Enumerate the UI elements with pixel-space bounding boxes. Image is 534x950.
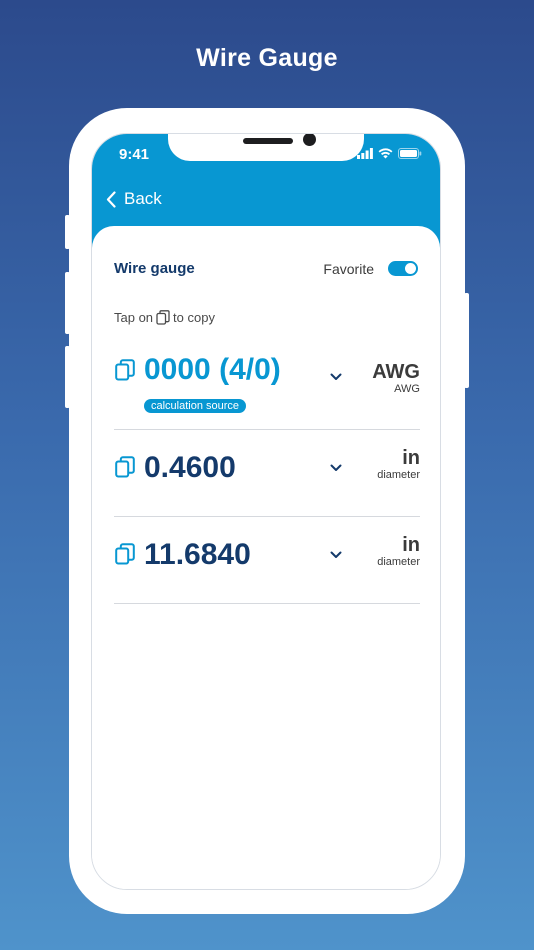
page-title: Wire Gauge [196, 44, 338, 72]
unit-sublabel: AWG [394, 383, 420, 395]
diameter-value[interactable]: 11.6840 [144, 538, 251, 572]
speaker [243, 138, 293, 144]
phone-screen: 9:41 Back Wire gauge Favorite Tap on to … [91, 133, 441, 890]
copy-icon[interactable] [115, 543, 135, 565]
hint-text-before: Tap on [114, 310, 154, 325]
favorite-label: Favorite [323, 260, 374, 277]
wire-gauge-card: Wire gauge Favorite Tap on to copy 0000 … [92, 226, 440, 889]
chevron-down-icon[interactable] [330, 551, 342, 559]
battery-icon [398, 148, 422, 159]
signal-icon [357, 148, 373, 159]
card-title: Wire gauge [114, 260, 195, 277]
favorite-toggle[interactable] [388, 261, 418, 276]
gauge-row: 0000 (4/0) calculation source AWG AWG [114, 343, 420, 430]
chevron-left-icon [106, 190, 116, 208]
status-icons [357, 148, 422, 159]
copy-icon[interactable] [115, 359, 135, 381]
diameter-row: 11.6840 in diameter [114, 517, 420, 604]
hint-text-after: to copy [173, 310, 215, 325]
unit-selector[interactable]: in diameter [377, 534, 420, 568]
unit-label: in [402, 534, 420, 556]
copy-hint: Tap on to copy [114, 310, 215, 325]
unit-label: in [402, 447, 420, 469]
camera [303, 134, 316, 146]
gauge-value[interactable]: 0000 (4/0) [144, 353, 281, 387]
unit-sublabel: diameter [377, 469, 420, 481]
copy-icon[interactable] [115, 456, 135, 478]
copy-icon [156, 310, 170, 325]
status-time: 9:41 [119, 146, 150, 163]
phone-frame: 9:41 Back Wire gauge Favorite Tap on to … [69, 108, 465, 914]
chevron-down-icon[interactable] [330, 464, 342, 472]
favorite-control: Favorite [323, 261, 418, 277]
unit-sublabel: diameter [377, 556, 420, 568]
back-button[interactable]: Back [106, 189, 162, 209]
card-header: Wire gauge Favorite [114, 260, 418, 277]
unit-label: AWG [372, 361, 420, 383]
diameter-value[interactable]: 0.4600 [144, 451, 236, 485]
chevron-down-icon[interactable] [330, 373, 342, 381]
notch [168, 134, 364, 161]
diameter-row: 0.4600 in diameter [114, 430, 420, 517]
calculation-source-badge: calculation source [144, 399, 247, 413]
wifi-icon [378, 148, 393, 159]
unit-selector[interactable]: AWG AWG [372, 361, 420, 395]
unit-selector[interactable]: in diameter [377, 447, 420, 481]
back-label: Back [124, 189, 162, 208]
